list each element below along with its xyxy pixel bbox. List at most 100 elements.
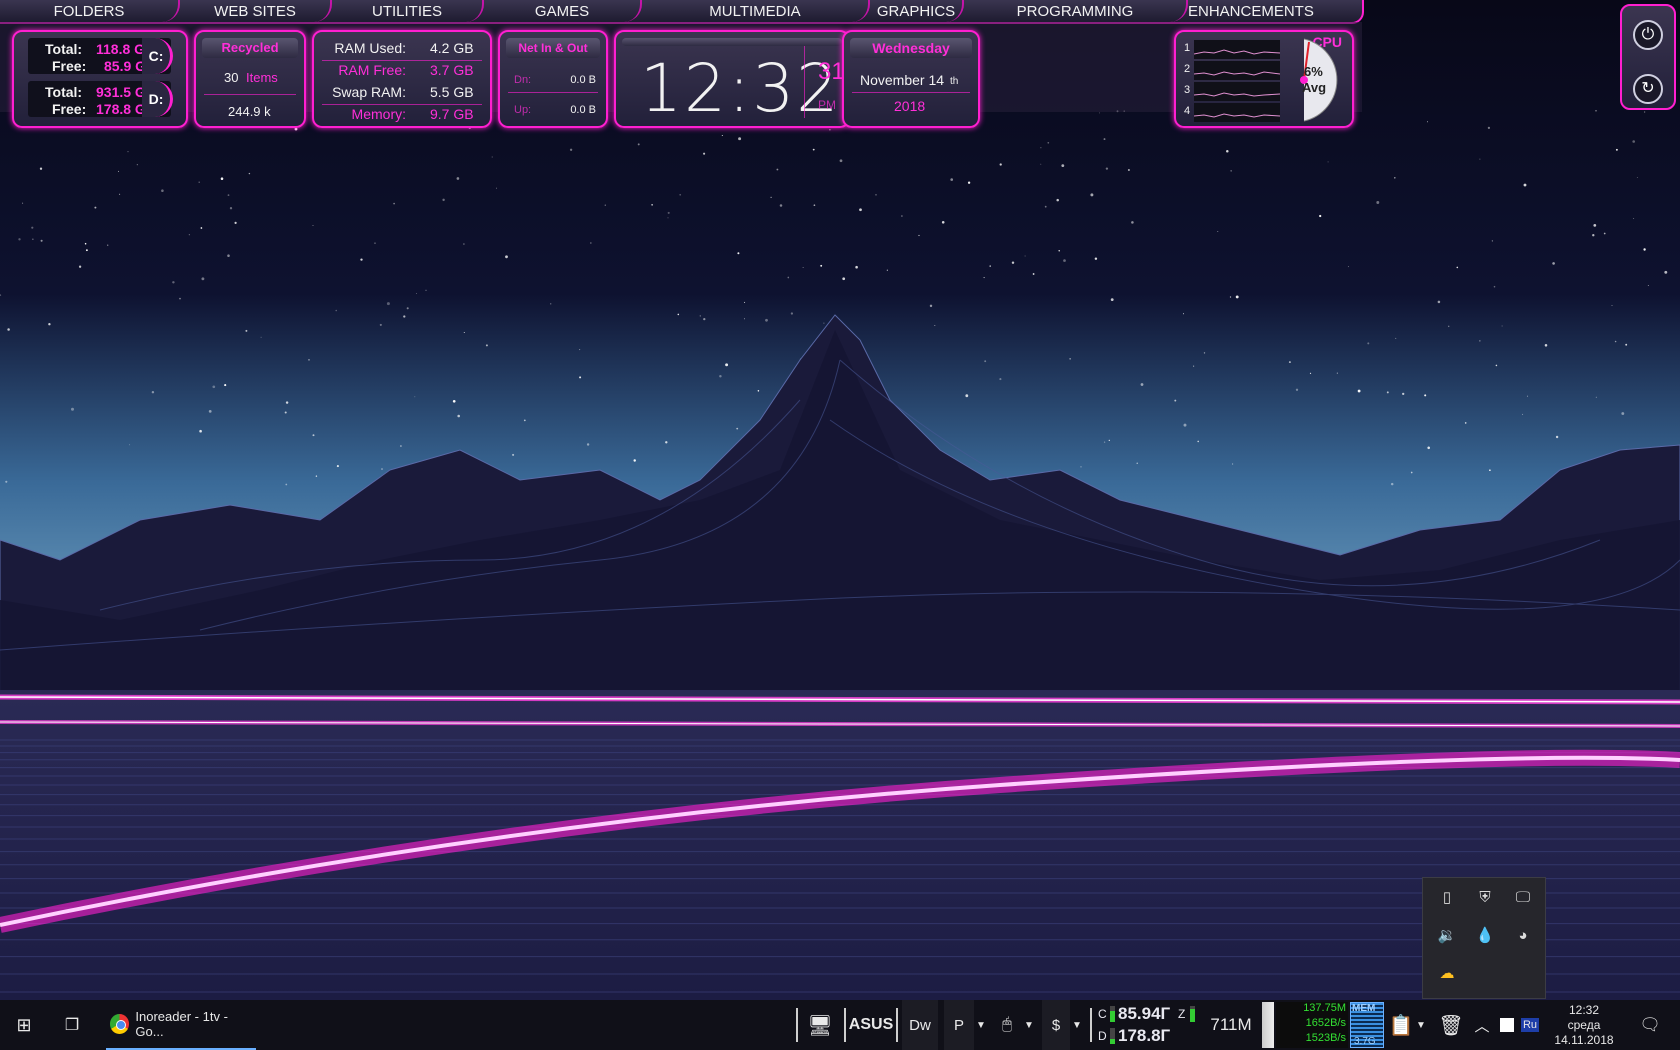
net-rate-1: 1652B/s	[1305, 1017, 1346, 1029]
swap-label: Swap RAM:	[332, 84, 406, 100]
currency-dropdown-button[interactable]: ▼	[1070, 1000, 1084, 1050]
ram-used-value: 4.2 GB	[430, 40, 474, 56]
clipboard-button[interactable]: 📋	[1388, 1000, 1414, 1050]
date-separator	[852, 92, 970, 93]
tab-graphics[interactable]: GRAPHICS	[870, 0, 964, 22]
chevron-down-icon: ▼	[1072, 1019, 1082, 1031]
date-suffix: th	[950, 76, 959, 87]
recycle-items-label: Items	[246, 70, 278, 85]
volume-icon[interactable]: 🔉	[1435, 924, 1459, 948]
memory-total-label: Memory:	[351, 106, 406, 122]
drive-d-letter: D:	[142, 81, 173, 117]
chevron-down-icon: ▼	[1024, 1019, 1034, 1031]
cpu-core-1-label: 1	[1184, 42, 1191, 54]
clipboard-dropdown-button[interactable]: ▼	[1414, 1000, 1428, 1050]
chevron-up-icon: ︿	[1474, 1017, 1490, 1035]
cpu-core-2-label: 2	[1184, 63, 1191, 75]
taskbar-drive-d-free: 178.8Г	[1118, 1026, 1171, 1045]
chevron-down-icon: ▼	[976, 1019, 986, 1031]
taskbar-day: среда	[1567, 1017, 1601, 1032]
shutdown-button[interactable]: ⏻	[1633, 20, 1663, 50]
tab-web-sites[interactable]: WEB SITES	[180, 0, 332, 22]
show-desktop-button[interactable]: 🖥	[802, 1000, 838, 1050]
p-button[interactable]: P	[944, 1000, 974, 1050]
date-year: 2018	[894, 98, 926, 114]
notification-icon: 🗨	[1639, 1015, 1661, 1034]
date-widget: Wednesday November 14 th 2018	[842, 30, 980, 128]
taskbar-date: 14.11.2018	[1554, 1032, 1614, 1047]
drive-d-total-label: Total:	[45, 84, 83, 100]
dw-button[interactable]: Dw	[902, 1000, 938, 1050]
network-title: Net In & Out	[506, 38, 600, 58]
mouse-dropdown-button[interactable]: ▼	[1022, 1000, 1036, 1050]
restart-button[interactable]: ↻	[1633, 74, 1663, 104]
task-view-icon: ❐	[64, 1017, 80, 1034]
toolbar-divider	[1090, 1008, 1092, 1042]
taskbar-drive-c-free: 85.94Г	[1118, 1004, 1171, 1023]
clock-ampm: PM	[818, 98, 836, 112]
recycle-size: 244.9 k	[228, 104, 271, 119]
mem-total: 3.7G	[1354, 1036, 1376, 1047]
drive-c-letter: C:	[142, 38, 173, 74]
mouse-button[interactable]: 🖱	[992, 1000, 1022, 1050]
memory-total-value: 9.7 GB	[430, 106, 474, 122]
white-square-tray[interactable]	[1496, 1000, 1518, 1050]
droplet-icon[interactable]: 💧	[1473, 924, 1497, 948]
recycle-count: 30	[224, 70, 239, 85]
taskbar-clock[interactable]: 12:32 среда 14.11.2018	[1548, 1000, 1620, 1050]
language-button[interactable]: Ru	[1520, 1000, 1540, 1050]
task-view-button[interactable]: ❐	[48, 1000, 96, 1050]
tab-utilities[interactable]: UTILITIES	[332, 0, 484, 22]
tab-multimedia[interactable]: MULTIMEDIA	[642, 0, 870, 22]
cpu-percent: 6%	[1304, 64, 1323, 79]
download-value: 0.0 B	[570, 74, 596, 86]
security-shield-icon[interactable]: ⛨	[1473, 886, 1497, 910]
drive-d[interactable]: Total: 931.5 GB Free: 178.8 GB D:	[28, 81, 173, 117]
cpu-sparklines	[1194, 40, 1280, 122]
currency-button[interactable]: $	[1042, 1000, 1070, 1050]
cpu-core-graphs: 1 2 3 4	[1180, 36, 1284, 122]
network-widget: Net In & Out Dn: 0.0 B Up: 0.0 B	[498, 30, 608, 128]
toolbar-divider	[896, 1008, 898, 1042]
clipboard-icon: 📋	[1388, 1014, 1414, 1037]
cpu-core-3-label: 3	[1184, 84, 1191, 96]
cpu-core-4-label: 4	[1184, 105, 1191, 117]
taskbar-app-inoreader[interactable]: Inoreader - 1tv - Go...	[106, 1000, 256, 1050]
mem-label: MEM	[1352, 1003, 1376, 1014]
cpu-gauge	[1300, 38, 1338, 122]
action-center-button[interactable]: 🗨	[1630, 1000, 1670, 1050]
drive-c[interactable]: Total: 118.8 GB Free: 85.9 GB C:	[28, 38, 173, 74]
clock-time: 12:32	[640, 50, 841, 127]
recycle-bin-widget[interactable]: Recycled 30 Items 244.9 k	[194, 30, 306, 128]
recycle-title: Recycled	[202, 38, 298, 58]
drive-z-bar	[1190, 1006, 1195, 1022]
power-icon: ⏻	[1641, 26, 1655, 43]
tab-folders[interactable]: FOLDERS	[0, 0, 180, 22]
start-button[interactable]: ⊞	[0, 1000, 48, 1050]
memory-separator	[322, 104, 482, 105]
recycle-separator	[204, 94, 296, 95]
network-meter[interactable]: 137.75M 1652B/s 1523B/s MEM 3.7G	[1262, 1002, 1384, 1048]
date-month-day: November 14	[860, 72, 945, 88]
tab-games[interactable]: GAMES	[484, 0, 642, 22]
recycle-bin-tray[interactable]: 🗑	[1436, 1000, 1466, 1050]
clock-divider	[804, 46, 805, 118]
free-memory-readout[interactable]: 711M	[1206, 1000, 1256, 1050]
ram-free-value: 3.7 GB	[430, 62, 474, 78]
tab-enhancements[interactable]: ENHANCEMENTS	[1188, 0, 1314, 22]
show-hidden-icons-button[interactable]: ︿	[1468, 1000, 1496, 1050]
memory-widget: RAM Used: 4.2 GB RAM Free: 3.7 GB Swap R…	[312, 30, 492, 128]
asus-button[interactable]: ASUS	[849, 1000, 893, 1050]
tab-programming[interactable]: PROGRAMMING	[964, 0, 1188, 22]
mouse-icon: 🖱	[1002, 1016, 1012, 1033]
network-separator	[508, 92, 598, 93]
date-weekday: Wednesday	[850, 38, 972, 58]
color-wheel-icon[interactable]: ◕	[1511, 924, 1535, 948]
network-display-icon[interactable]: 🖵	[1511, 886, 1535, 910]
p-dropdown-button[interactable]: ▼	[974, 1000, 988, 1050]
taskbar-time: 12:32	[1568, 1002, 1600, 1017]
toolbar-divider	[796, 1008, 798, 1042]
cloud-folder-icon[interactable]: ☁	[1435, 962, 1459, 986]
usb-drive-icon[interactable]: ▯	[1435, 886, 1459, 910]
taskbar-drive-c-letter: C	[1098, 1007, 1107, 1021]
